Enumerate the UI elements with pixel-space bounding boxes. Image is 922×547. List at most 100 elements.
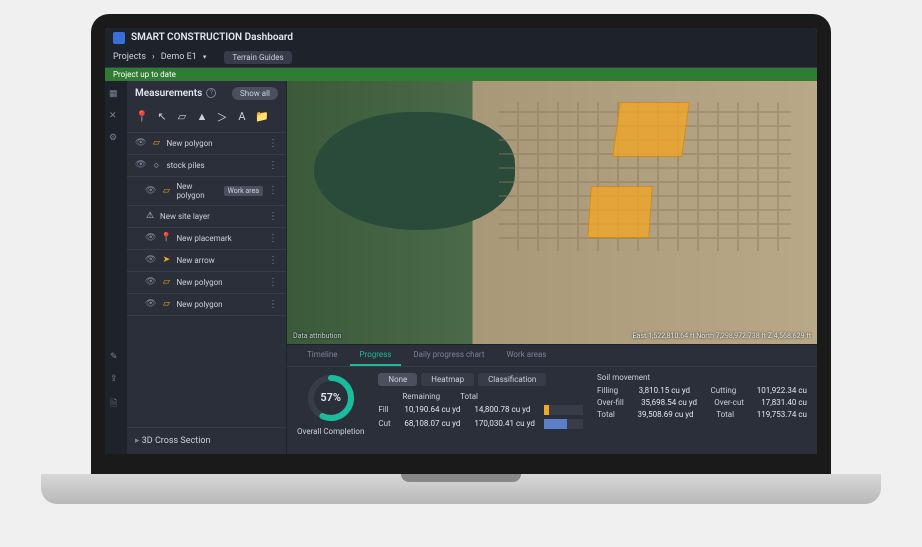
segment-heatmap[interactable]: Heatmap xyxy=(421,373,474,386)
soil-cutting-label: Cutting xyxy=(711,386,737,395)
show-all-button[interactable]: Show all xyxy=(232,87,278,100)
measurements-panel: Measurements ? Show all 📍 ↖ ▱ ▲ ＞ A 📁 xyxy=(127,81,287,454)
breadcrumb-projects[interactable]: Projects xyxy=(113,52,146,62)
terrain-guides-button[interactable]: Terrain Guides xyxy=(224,51,291,64)
breadcrumb-current[interactable]: Demo E1 xyxy=(161,52,197,62)
soil-total-fill-val: 39,508.69 cu yd xyxy=(638,410,694,419)
visibility-icon[interactable]: 👁 xyxy=(145,255,156,265)
measurement-item[interactable]: ⚠ New site layer ⋮ xyxy=(127,206,286,228)
tool-row: 📍 ↖ ▱ ▲ ＞ A 📁 xyxy=(127,106,286,133)
measurement-label: New polygon xyxy=(176,300,263,309)
pin-tool-icon[interactable]: 📍 xyxy=(135,110,149,124)
map-polygon-overlay[interactable] xyxy=(587,186,653,238)
cut-remaining: 68,108.07 cu yd xyxy=(404,419,466,428)
breadcrumb-bar: Projects › Demo E1 ▾ Terrain Guides xyxy=(105,48,817,68)
tab-work-areas[interactable]: Work areas xyxy=(496,345,556,366)
measurement-item[interactable]: 👁 ▱ New polygon ⋮ xyxy=(127,294,286,316)
fill-cut-section: None Heatmap Classification Remaining To… xyxy=(378,373,583,448)
measurement-item[interactable]: 👁 📍 New placemark ⋮ xyxy=(127,228,286,250)
more-icon[interactable]: ⋮ xyxy=(268,160,278,171)
map-polygon-overlay[interactable] xyxy=(612,102,690,157)
measurement-label: New placemark xyxy=(176,234,263,243)
more-icon[interactable]: ⋮ xyxy=(268,255,278,266)
layers-icon[interactable]: ▦ xyxy=(109,89,123,103)
app-root: SMART CONSTRUCTION Dashboard Projects › … xyxy=(105,28,817,454)
visibility-icon[interactable]: 👁 xyxy=(145,299,156,309)
measurement-item[interactable]: 👁 ➤ New arrow ⋮ xyxy=(127,250,286,272)
soil-filling-label: Filling xyxy=(597,386,618,395)
completion-donut: 57% xyxy=(306,373,356,423)
measurement-item[interactable]: 👁 ○ stock piles ⋮ xyxy=(127,155,286,177)
cut-row: Cut 68,108.07 cu yd 170,030.41 cu yd xyxy=(378,419,583,429)
soil-total-fill-label: Total xyxy=(597,410,615,419)
segment-none[interactable]: None xyxy=(378,373,417,386)
soil-overfill-label: Over-fill xyxy=(597,398,624,407)
soil-row: Filling 3,810.15 cu yd Cutting 101,922.3… xyxy=(597,386,807,395)
document-icon[interactable]: 🗎 xyxy=(110,396,122,408)
more-icon[interactable]: ⋮ xyxy=(268,299,278,310)
visibility-icon[interactable]: 👁 xyxy=(145,186,156,196)
segment-classification[interactable]: Classification xyxy=(478,373,546,386)
titlebar: SMART CONSTRUCTION Dashboard xyxy=(105,28,817,48)
status-bar: Project up to date xyxy=(105,68,817,81)
tools-icon[interactable]: ✕ xyxy=(109,111,123,125)
breadcrumb-dropdown-icon[interactable]: ▾ xyxy=(203,53,207,61)
polygon-icon: ▱ xyxy=(161,299,171,309)
laptop-screen: SMART CONSTRUCTION Dashboard Projects › … xyxy=(91,14,831,474)
tab-progress[interactable]: Progress xyxy=(350,345,402,366)
measurement-item[interactable]: 👁 ▱ New polygon ⋮ xyxy=(127,133,286,155)
measurement-label: New polygon xyxy=(166,139,263,148)
panel-header: Measurements ? Show all xyxy=(127,81,286,106)
text-tool-icon[interactable]: A xyxy=(235,110,249,124)
visibility-icon[interactable]: 👁 xyxy=(145,233,156,243)
more-icon[interactable]: ⋮ xyxy=(268,211,278,222)
tab-timeline[interactable]: Timeline xyxy=(297,345,348,366)
pin-icon: 📍 xyxy=(161,233,171,243)
completion-percent: 57% xyxy=(306,373,356,423)
more-icon[interactable]: ⋮ xyxy=(268,277,278,288)
header-total: Total xyxy=(460,392,478,401)
status-text: Project up to date xyxy=(113,70,176,79)
settings-icon[interactable]: ⚙ xyxy=(109,133,123,147)
tab-daily-progress[interactable]: Daily progress chart xyxy=(403,345,494,366)
measurement-item[interactable]: 👁 ▱ New polygon Work area ⋮ xyxy=(127,177,286,206)
help-icon[interactable]: ? xyxy=(206,88,216,98)
bottom-tabs: Timeline Progress Daily progress chart W… xyxy=(287,345,817,367)
more-icon[interactable]: ⋮ xyxy=(268,233,278,244)
visibility-icon[interactable]: 👁 xyxy=(135,160,146,170)
more-icon[interactable]: ⋮ xyxy=(268,185,278,196)
app-logo-icon xyxy=(113,32,125,44)
map-viewport[interactable]: Data attribution East 1,522,810.64 ft No… xyxy=(287,81,817,344)
measurement-item[interactable]: 👁 ▱ New polygon ⋮ xyxy=(127,272,286,294)
measurement-list: 👁 ▱ New polygon ⋮ 👁 ○ stock piles ⋮ xyxy=(127,133,286,427)
visibility-icon[interactable]: 👁 xyxy=(145,277,156,287)
soil-row: Over-fill 35,698.54 cu yd Over-cut 17,83… xyxy=(597,398,807,407)
measurement-label: New site layer xyxy=(160,212,263,221)
edit-icon[interactable]: ✎ xyxy=(110,352,122,364)
fill-label: Fill xyxy=(378,405,396,414)
polygon-icon: ▱ xyxy=(161,186,171,196)
polygon-icon: ▱ xyxy=(151,138,161,148)
bottom-panel: Timeline Progress Daily progress chart W… xyxy=(287,344,817,454)
breadcrumb-separator: › xyxy=(152,52,155,62)
angle-tool-icon[interactable]: ▲ xyxy=(195,110,209,124)
arrow-tool-icon[interactable]: ↖ xyxy=(155,110,169,124)
fill-total: 14,800.78 cu yd xyxy=(474,405,536,414)
line-tool-icon[interactable]: ＞ xyxy=(215,110,229,124)
panel-title: Measurements xyxy=(135,88,202,99)
more-icon[interactable]: ⋮ xyxy=(268,138,278,149)
header-remaining: Remaining xyxy=(402,392,440,401)
laptop-base xyxy=(41,474,881,504)
fill-row: Fill 10,190.64 cu yd 14,800.78 cu yd xyxy=(378,405,583,415)
warning-icon: ⚠ xyxy=(145,211,155,221)
circle-icon: ○ xyxy=(151,160,161,170)
polygon-tool-icon[interactable]: ▱ xyxy=(175,110,189,124)
export-icon[interactable]: ⇪ xyxy=(110,374,122,386)
completion-caption: Overall Completion xyxy=(297,427,364,436)
map-credits: Data attribution xyxy=(293,332,341,340)
soil-movement-section: Soil movement Filling 3,810.15 cu yd Cut… xyxy=(597,373,807,448)
fill-bar xyxy=(544,405,583,415)
cross-section-toggle[interactable]: 3D Cross Section xyxy=(127,427,286,454)
folder-tool-icon[interactable]: 📁 xyxy=(255,110,269,124)
visibility-icon[interactable]: 👁 xyxy=(135,138,146,148)
